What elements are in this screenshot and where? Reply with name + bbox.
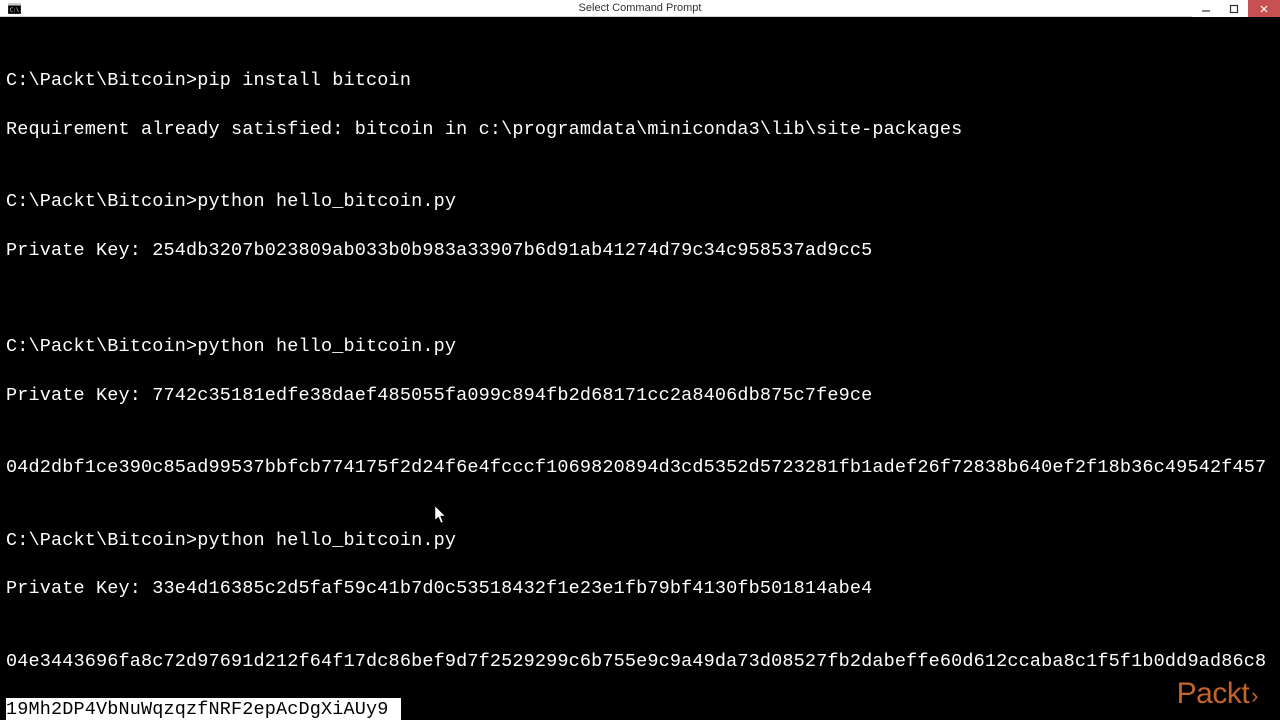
terminal-line: C:\Packt\Bitcoin>python hello_bitcoin.py [6, 529, 1274, 553]
highlighted-selection: 19Mh2DP4VbNuWqzqzfNRF2epAcDgXiAUy9 [6, 698, 1274, 720]
terminal-line: C:\Packt\Bitcoin>python hello_bitcoin.py [6, 335, 1274, 359]
terminal-line: Private Key: 7742c35181edfe38daef485055f… [6, 384, 1274, 408]
svg-text:C:\: C:\ [10, 7, 19, 13]
terminal-line: Private Key: 254db3207b023809ab033b0b983… [6, 239, 1274, 263]
terminal-line: Private Key: 33e4d16385c2d5faf59c41b7d0c… [6, 577, 1274, 601]
close-button[interactable] [1248, 0, 1280, 17]
packt-logo: Packt› [1177, 682, 1258, 708]
titlebar: C:\ Select Command Prompt [0, 0, 1280, 17]
terminal-line: 04e3443696fa8c72d97691d212f64f17dc86bef9… [6, 650, 1274, 674]
cmd-icon: C:\ [6, 0, 22, 16]
minimize-button[interactable] [1192, 0, 1220, 17]
chevron-right-icon: › [1251, 683, 1258, 708]
terminal-line: 04d2dbf1ce390c85ad99537bbfcb774175f2d24f… [6, 456, 1274, 480]
terminal-line: C:\Packt\Bitcoin>python hello_bitcoin.py [6, 190, 1274, 214]
terminal-line: Requirement already satisfied: bitcoin i… [6, 118, 1274, 142]
terminal-area[interactable]: C:\Packt\Bitcoin>pip install bitcoin Req… [0, 17, 1280, 720]
maximize-button[interactable] [1220, 0, 1248, 17]
mouse-pointer-icon [390, 482, 402, 500]
terminal-line: C:\Packt\Bitcoin>pip install bitcoin [6, 69, 1274, 93]
window-title: Select Command Prompt [579, 2, 702, 14]
window-controls [1192, 0, 1280, 17]
